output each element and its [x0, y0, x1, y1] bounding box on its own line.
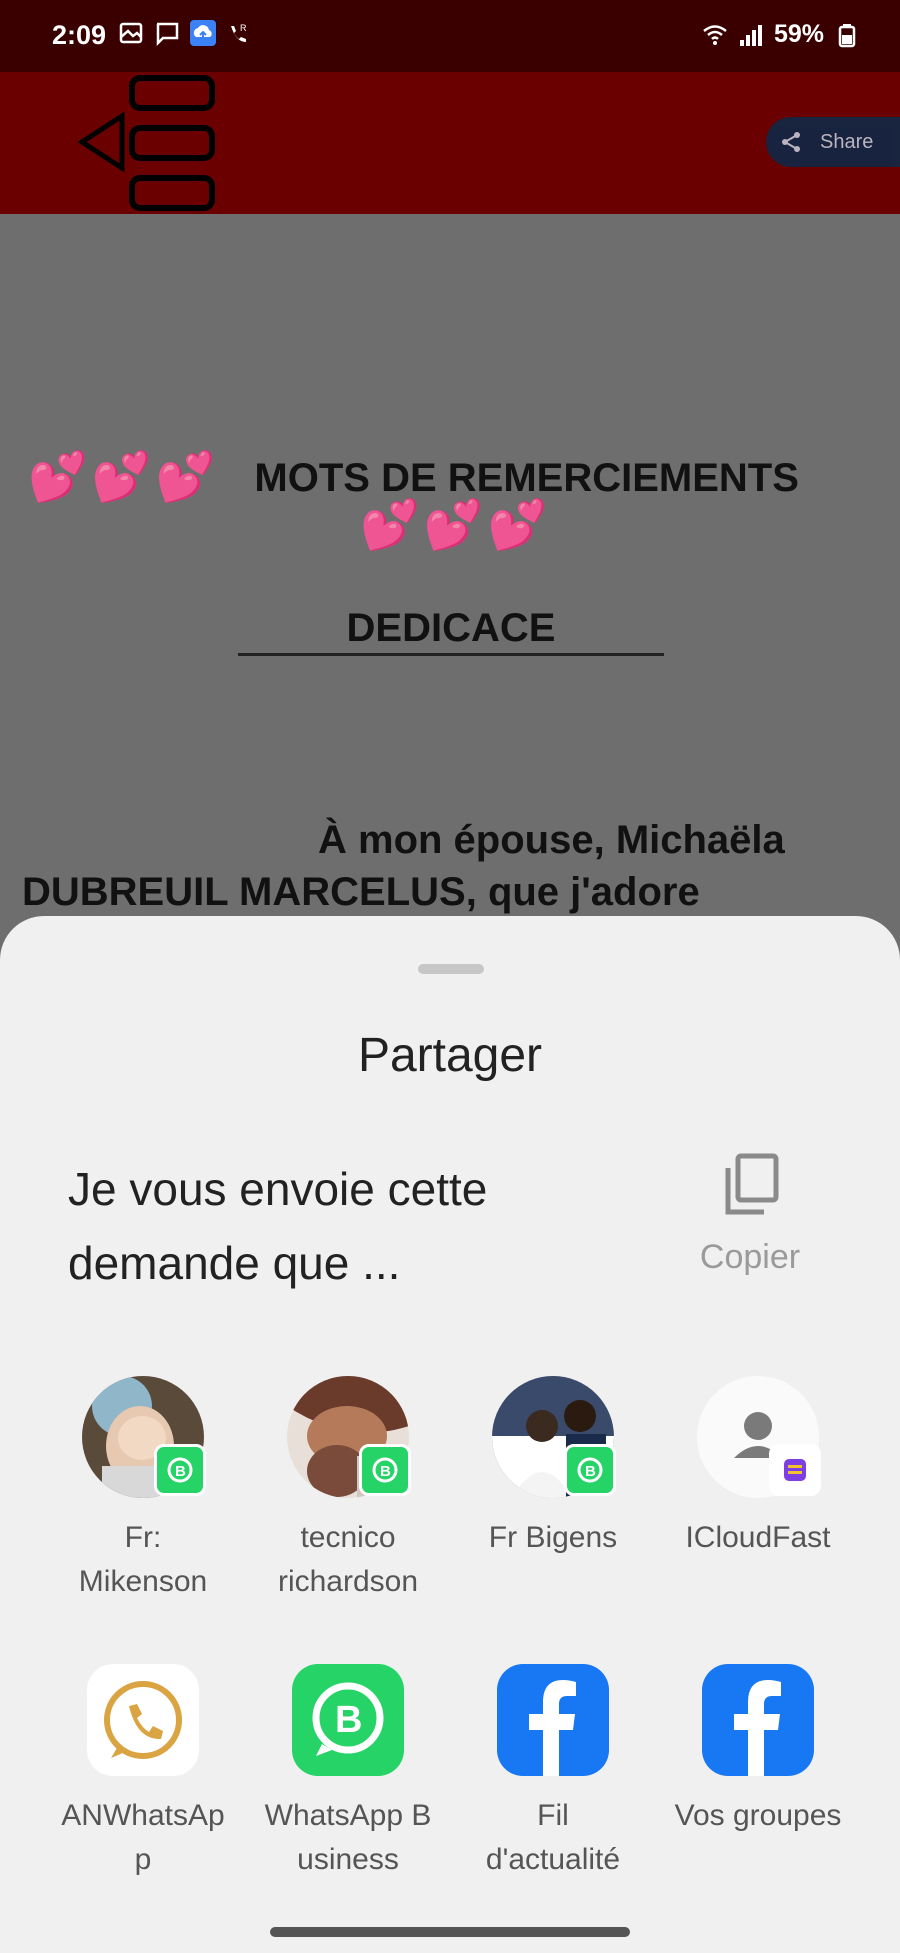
label-line: d'actualité	[485, 1843, 621, 1876]
facebook-icon	[497, 1664, 609, 1776]
document-paragraph: À mon épouse, Michaëla DUBREUIL MARCELUS…	[22, 818, 785, 914]
hearts-decoration: 💕💕💕	[360, 499, 552, 552]
document-title-row: 💕💕💕 MOTS DE REMERCIEMENTS	[28, 446, 888, 504]
app-target[interactable]: B WhatsApp B usiness	[245, 1664, 451, 1882]
contact-target[interactable]: ICloudFast	[655, 1376, 861, 1560]
battery-icon	[838, 23, 856, 47]
signal-icon	[739, 24, 762, 46]
label-line: Fr:	[124, 1521, 162, 1554]
svg-text:R: R	[240, 23, 247, 33]
whatsapp-business-icon: B	[292, 1664, 404, 1776]
label-line: Fil	[537, 1799, 569, 1832]
label-line: p	[134, 1843, 152, 1876]
label-line: Vos groupes	[674, 1799, 842, 1832]
app-target[interactable]: Vos groupes	[655, 1664, 861, 1838]
gallery-icon	[119, 22, 143, 44]
contact-label: Fr: Mikenson	[40, 1516, 246, 1604]
avatar: B	[82, 1376, 206, 1506]
svg-text:B: B	[380, 1463, 391, 1480]
copy-label: Copier	[699, 1238, 801, 1276]
avatar	[697, 1376, 821, 1498]
label-line: usiness	[297, 1843, 399, 1876]
status-icons-right: 59%	[702, 20, 860, 49]
share-sheet-title: Partager	[357, 1029, 543, 1082]
document-content: 💕💕💕 MOTS DE REMERCIEMENTS 💕💕💕 DEDICACE À…	[0, 214, 900, 914]
share-sheet: Partager Je vous envoie cette demande qu…	[0, 916, 900, 1953]
drawer-menu-icon[interactable]	[78, 74, 218, 214]
label-line: ANWhatsAp	[61, 1799, 225, 1832]
svg-text:B: B	[335, 1699, 362, 1741]
cloud-upload-icon	[190, 20, 216, 46]
app-target[interactable]: Fil d'actualité	[450, 1664, 656, 1882]
contact-label: tecnico richardson	[245, 1516, 451, 1604]
label-line: Fr Bigens	[488, 1521, 618, 1554]
document-subtitle: DEDICACE	[238, 606, 664, 656]
app-target[interactable]: ANWhatsAp p	[40, 1664, 246, 1882]
whatsapp-business-badge: B	[359, 1444, 411, 1496]
status-time: 2:09	[52, 20, 107, 50]
avatar: B	[287, 1376, 411, 1498]
message-icon	[156, 22, 179, 46]
anwhatsapp-icon	[87, 1664, 199, 1776]
whatsapp-business-badge: B	[564, 1444, 616, 1496]
contact-label: Fr Bigens	[450, 1516, 656, 1560]
wifi-calling-icon: R	[231, 23, 247, 42]
share-button-label: Share	[820, 130, 874, 153]
app-label: ANWhatsAp p	[40, 1794, 246, 1882]
status-icons-left: R	[118, 20, 252, 46]
svg-text:B: B	[175, 1463, 186, 1480]
contact-target[interactable]: B Fr Bigens	[450, 1376, 656, 1560]
copy-icon	[725, 1153, 779, 1215]
svg-text:B: B	[585, 1463, 596, 1480]
app-label: Fil d'actualité	[450, 1794, 656, 1882]
share-icon	[782, 132, 800, 152]
whatsapp-business-badge: B	[154, 1444, 206, 1496]
share-button[interactable]: Share	[766, 117, 900, 167]
app-bar: Share	[0, 72, 900, 214]
avatar: B	[492, 1376, 616, 1498]
label-line: Mikenson	[78, 1565, 208, 1598]
copy-button[interactable]: Copier	[690, 1152, 810, 1277]
label-line: ICloudFast	[685, 1521, 831, 1554]
app-badge	[769, 1444, 821, 1496]
wifi-icon	[703, 24, 727, 45]
share-preview-text: Je vous envoie cette demande que ...	[68, 1163, 488, 1289]
facebook-icon	[702, 1664, 814, 1776]
contact-target[interactable]: B tecnico richardson	[245, 1376, 451, 1604]
hearts-decoration: 💕💕💕	[28, 451, 220, 504]
contact-label: ICloudFast	[655, 1516, 861, 1560]
battery-percent: 59%	[773, 20, 824, 48]
label-line: WhatsApp B	[264, 1799, 432, 1832]
app-label: Vos groupes	[655, 1794, 861, 1838]
label-line: richardson	[277, 1565, 419, 1598]
status-bar: 2:09 R 59%	[0, 0, 900, 72]
app-label: WhatsApp B usiness	[245, 1794, 451, 1882]
document-title: MOTS DE REMERCIEMENTS	[254, 456, 799, 500]
label-line: tecnico	[300, 1521, 396, 1554]
gesture-nav-bar[interactable]	[270, 1927, 630, 1937]
sheet-drag-handle[interactable]	[418, 964, 484, 974]
contact-target[interactable]: B Fr: Mikenson	[40, 1376, 246, 1604]
